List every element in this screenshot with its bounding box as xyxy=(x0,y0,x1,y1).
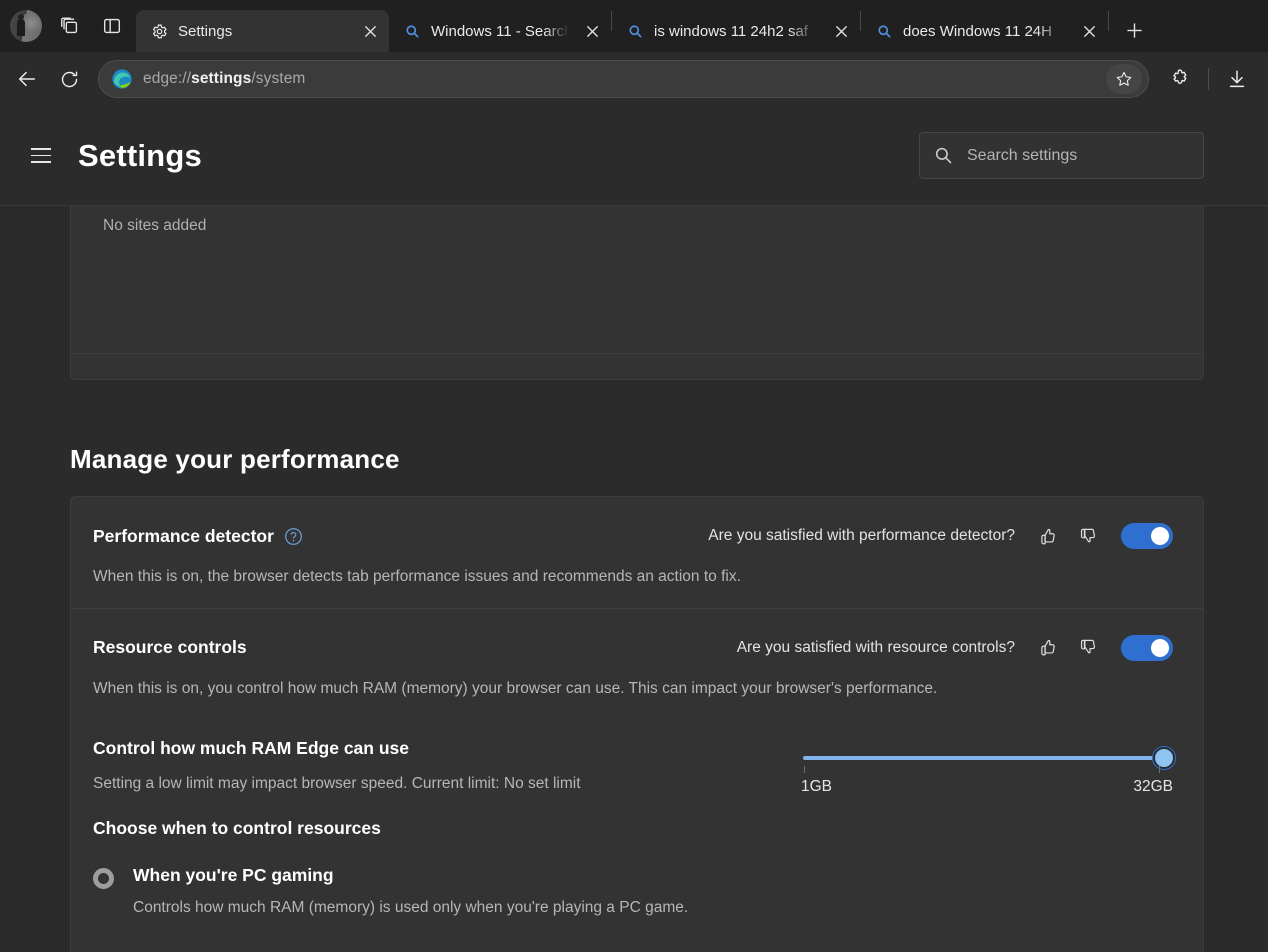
blocked-sites-card: No sites added xyxy=(70,202,1204,380)
performance-detector-description: When this is on, the browser detects tab… xyxy=(93,567,1173,588)
thumbs-down-icon[interactable] xyxy=(1067,631,1107,665)
thumbs-down-icon[interactable] xyxy=(1067,519,1107,553)
thumbs-up-icon[interactable] xyxy=(1027,631,1067,665)
ram-slider-scale-labels: 1GB 32GB xyxy=(801,778,1173,796)
resource-controls-description: When this is on, you control how much RA… xyxy=(93,679,1173,700)
search-input[interactable] xyxy=(967,147,1189,165)
extensions-icon[interactable] xyxy=(1161,60,1199,98)
close-icon[interactable] xyxy=(357,18,383,44)
ram-slider-track[interactable] xyxy=(803,756,1159,760)
tab-strip: Settings Windows 11 - Search xyxy=(0,0,1268,52)
feedback-question-performance-detector: Are you satisfied with performance detec… xyxy=(708,527,1015,545)
ram-slider-min-label: 1GB xyxy=(801,778,832,796)
row-performance-detector: Performance detector Are you satisfied w… xyxy=(71,497,1203,608)
settings-scroll-area[interactable]: No sites added Manage your performance P… xyxy=(0,106,1268,952)
toggle-knob xyxy=(1151,639,1169,657)
close-icon[interactable] xyxy=(828,18,854,44)
help-circle-icon[interactable] xyxy=(284,527,303,546)
tick-min xyxy=(804,766,805,773)
radio-button-pc-gaming[interactable] xyxy=(93,868,114,889)
close-icon[interactable] xyxy=(1076,18,1102,44)
row-header: Performance detector Are you satisfied w… xyxy=(93,519,1173,553)
radio-option-pc-gaming[interactable]: When you're PC gaming Controls how much … xyxy=(93,865,1173,917)
row-controls: Are you satisfied with performance detec… xyxy=(708,519,1173,553)
tab-windows-11-search[interactable]: Windows 11 - Search xyxy=(389,10,611,52)
workspaces-icon[interactable] xyxy=(50,8,90,44)
performance-detector-toggle[interactable] xyxy=(1121,523,1173,549)
refresh-button[interactable] xyxy=(50,60,88,98)
address-bar[interactable]: edge://settings/system xyxy=(98,60,1149,98)
radio-group-title: Choose when to control resources xyxy=(93,818,1173,839)
blocked-sites-card-partial: No sites added xyxy=(70,202,1204,380)
chrome-left-icons xyxy=(0,0,136,52)
toolbar-right-icons xyxy=(1161,60,1256,98)
card-divider xyxy=(71,353,1203,354)
performance-card: Performance detector Are you satisfied w… xyxy=(70,496,1204,952)
tab-separator xyxy=(1108,11,1109,31)
resource-controls-toggle[interactable] xyxy=(1121,635,1173,661)
tab-does-windows-11-24h2[interactable]: does Windows 11 24H xyxy=(861,10,1108,52)
radio-label-pc-gaming: When you're PC gaming xyxy=(133,865,1173,886)
row-controls: Are you satisfied with resource controls… xyxy=(737,631,1173,665)
row-resource-controls: Resource controls Are you satisfied with… xyxy=(71,608,1203,952)
toggle-knob xyxy=(1151,527,1169,545)
close-icon[interactable] xyxy=(579,18,605,44)
favorites-star-icon[interactable] xyxy=(1106,64,1142,94)
search-settings-box[interactable] xyxy=(919,132,1204,179)
downloads-icon[interactable] xyxy=(1218,60,1256,98)
tab-list: Settings Windows 11 - Search xyxy=(136,0,1268,52)
search-icon xyxy=(403,22,421,40)
feedback-question-resource-controls: Are you satisfied with resource controls… xyxy=(737,639,1015,657)
browser-toolbar: edge://settings/system xyxy=(0,52,1268,106)
ram-slider-text: Control how much RAM Edge can use Settin… xyxy=(93,738,801,793)
choose-when-radio-group: Choose when to control resources When yo… xyxy=(93,804,1173,952)
edge-browser-window: Settings Windows 11 - Search xyxy=(0,0,1268,952)
gear-icon xyxy=(150,22,168,40)
tab-title: is windows 11 24h2 saf xyxy=(654,23,818,40)
new-tab-button[interactable] xyxy=(1115,13,1153,47)
ram-slider-sublabel: Setting a low limit may impact browser s… xyxy=(93,775,801,793)
thumbs-up-icon[interactable] xyxy=(1027,519,1067,553)
ram-slider-control[interactable]: 1GB 32GB xyxy=(801,738,1173,796)
search-icon xyxy=(875,22,893,40)
radio-text-wrap: When you're PC gaming Controls how much … xyxy=(133,865,1173,917)
search-icon xyxy=(626,22,644,40)
url-text: edge://settings/system xyxy=(143,70,1106,88)
radio-desc-pc-gaming: Controls how much RAM (memory) is used o… xyxy=(133,899,1173,917)
section-title-manage-your-performance: Manage your performance xyxy=(70,444,400,475)
ram-slider-label: Control how much RAM Edge can use xyxy=(93,738,801,759)
radio-control-wrap xyxy=(93,865,133,917)
tab-is-windows-11-24h2-safe[interactable]: is windows 11 24h2 saf xyxy=(612,10,860,52)
profile-avatar[interactable] xyxy=(10,10,42,42)
toolbar-separator xyxy=(1208,68,1209,90)
tab-title: does Windows 11 24H xyxy=(903,23,1066,40)
settings-header: Settings xyxy=(0,106,1268,206)
page-title: Settings xyxy=(78,138,202,174)
ram-slider-max-label: 32GB xyxy=(1133,778,1173,796)
settings-page: No sites added Manage your performance P… xyxy=(0,106,1268,952)
tick-max xyxy=(1159,766,1160,773)
tab-title: Windows 11 - Search xyxy=(431,23,569,40)
row-header: Resource controls Are you satisfied with… xyxy=(93,631,1173,665)
search-icon xyxy=(934,146,953,165)
tab-actions-icon[interactable] xyxy=(92,8,132,44)
edge-logo-icon xyxy=(111,68,133,90)
ram-slider-row: Control how much RAM Edge can use Settin… xyxy=(93,718,1173,804)
ram-slider-ticks xyxy=(803,766,1159,778)
tab-title: Settings xyxy=(178,23,347,40)
hamburger-menu-icon[interactable] xyxy=(22,137,60,175)
resource-controls-label: Resource controls xyxy=(93,637,247,658)
tab-settings[interactable]: Settings xyxy=(136,10,389,52)
back-button[interactable] xyxy=(8,60,46,98)
no-sites-added-label: No sites added xyxy=(103,217,206,234)
performance-detector-label: Performance detector xyxy=(93,526,274,547)
